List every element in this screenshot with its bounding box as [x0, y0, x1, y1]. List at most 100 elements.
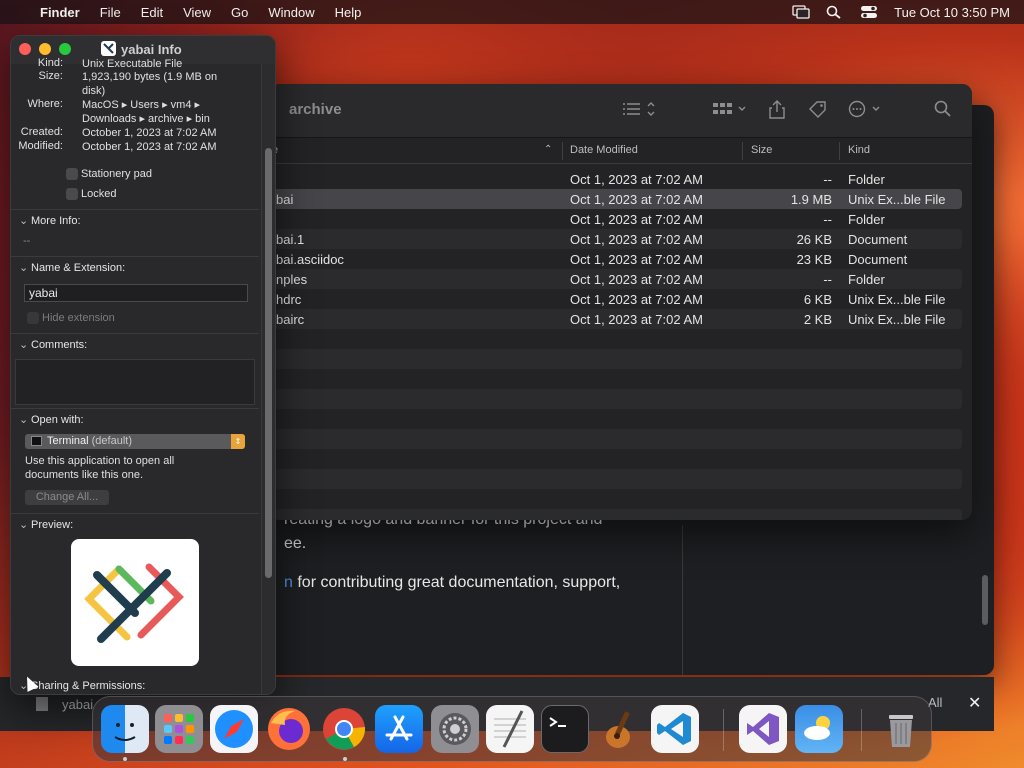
search-icon[interactable]: [934, 100, 952, 122]
find-bar-file-name: yabai: [62, 697, 94, 712]
file-row[interactable]: nples Oct 1, 2023 at 7:02 AM -- Folder: [270, 269, 962, 289]
trash-icon[interactable]: [877, 705, 925, 753]
spotlight-search-icon[interactable]: [826, 5, 844, 19]
clock-datetime[interactable]: Tue Oct 10 3:50 PM: [894, 5, 1010, 20]
doc-text-line-2: ee.: [284, 535, 307, 552]
file-row[interactable]: Oct 1, 2023 at 7:02 AM -- Folder: [270, 169, 962, 189]
more-actions-icon[interactable]: [848, 100, 884, 122]
file-row-selected[interactable]: bai Oct 1, 2023 at 7:02 AM 1.9 MB Unix Ex..…: [270, 189, 962, 209]
more-info-section[interactable]: ⌄ More Info:: [19, 214, 81, 227]
stationery-pad-checkbox[interactable]: [66, 168, 78, 180]
created-value: October 1, 2023 at 7:02 AM: [82, 127, 217, 139]
open-with-section[interactable]: ⌄ Open with:: [19, 413, 84, 426]
group-by-icon[interactable]: [712, 100, 748, 122]
firefox-icon[interactable]: [265, 705, 313, 753]
comments-textarea[interactable]: [15, 359, 255, 405]
sort-chevron-icon[interactable]: ⌃: [544, 144, 552, 155]
empty-row: [270, 509, 962, 520]
created-label: Created:: [20, 126, 63, 138]
file-row[interactable]: Oct 1, 2023 at 7:02 AM -- Folder: [270, 209, 962, 229]
menu-app-name[interactable]: Finder: [40, 5, 80, 20]
doc-scrollbar[interactable]: [982, 575, 988, 625]
visual-studio-icon[interactable]: [739, 705, 787, 753]
empty-row: [270, 329, 962, 349]
chevron-down-icon: ⌄: [19, 262, 29, 274]
empty-row: [270, 349, 962, 369]
file-row[interactable]: bai.1 Oct 1, 2023 at 7:02 AM 26 KB Document: [270, 229, 962, 249]
control-center-icon[interactable]: [860, 5, 878, 19]
textedit-icon[interactable]: [486, 705, 534, 753]
app-store-icon[interactable]: [375, 705, 423, 753]
finder-title: archive: [289, 101, 342, 118]
system-settings-icon[interactable]: [431, 705, 479, 753]
menu-view[interactable]: View: [183, 5, 211, 20]
screen-mirroring-icon[interactable]: [792, 5, 810, 19]
doc-text-line-3-rest: for contributing great documentation, su…: [292, 574, 621, 591]
where-value: MacOS ▸ Users ▸ vm4 ▸ Downloads ▸ archiv…: [82, 99, 210, 125]
empty-row: [270, 409, 962, 429]
empty-row: [270, 369, 962, 389]
kind-column-header[interactable]: Kind: [848, 144, 870, 156]
locked-checkbox[interactable]: [66, 188, 78, 200]
comments-section[interactable]: ⌄ Comments:: [19, 338, 87, 351]
menu-help[interactable]: Help: [335, 5, 362, 20]
open-with-app-name: Terminal: [47, 435, 89, 447]
chevron-down-icon: ⌄: [19, 414, 29, 426]
hide-extension-label: Hide extension: [42, 312, 115, 324]
preview-section[interactable]: ⌄ Preview:: [19, 518, 73, 531]
date-modified-column-header[interactable]: Date Modified: [570, 144, 638, 156]
where-label: Where:: [27, 98, 63, 110]
list-view-icon[interactable]: [622, 100, 658, 122]
stationery-pad-label: Stationery pad: [81, 168, 152, 180]
weather-icon[interactable]: [795, 705, 843, 753]
menu-bar: Finder File Edit View Go Window Help Tue…: [0, 0, 1024, 24]
maximize-button[interactable]: [59, 43, 71, 55]
share-icon[interactable]: [768, 100, 786, 124]
menu-edit[interactable]: Edit: [141, 5, 163, 20]
minimize-button[interactable]: [39, 43, 51, 55]
menu-go[interactable]: Go: [231, 5, 248, 20]
size-value: 1,923,190 bytes (1.9 MB on disk): [82, 71, 218, 97]
file-row[interactable]: bai.asciidoc Oct 1, 2023 at 7:02 AM 23 KB D…: [270, 249, 962, 269]
empty-row: [270, 429, 962, 449]
running-indicator: [343, 757, 347, 761]
menu-file[interactable]: File: [100, 5, 121, 20]
find-bar-close-icon[interactable]: ✕: [968, 693, 981, 713]
size-column-header[interactable]: Size: [751, 144, 772, 156]
hide-extension-checkbox[interactable]: [27, 312, 39, 324]
yabai-title-icon: [101, 41, 116, 56]
doc-link[interactable]: n: [284, 574, 293, 591]
launchpad-icon[interactable]: [155, 705, 203, 753]
file-row[interactable]: hdrc Oct 1, 2023 at 7:02 AM 6 KB Unix Ex...…: [270, 289, 962, 309]
change-all-button[interactable]: Change All...: [25, 490, 109, 505]
doc-column-divider: [682, 525, 683, 675]
empty-row: [270, 389, 962, 409]
terminal-icon[interactable]: [541, 705, 589, 753]
terminal-app-icon: [31, 436, 42, 446]
open-with-description: Use this application to open all documen…: [25, 455, 175, 481]
vscode-icon[interactable]: [651, 705, 699, 753]
garageband-icon[interactable]: [596, 705, 644, 753]
close-button[interactable]: [19, 43, 31, 55]
modified-value: October 1, 2023 at 7:02 AM: [82, 141, 217, 153]
finder-icon[interactable]: [101, 705, 149, 753]
name-extension-section[interactable]: ⌄ Name & Extension:: [19, 261, 125, 274]
open-with-popup[interactable]: Terminal (default) ⇕: [25, 434, 245, 449]
empty-row: [270, 489, 962, 509]
doc-text-line-3: n for contributing great documentation, …: [284, 574, 620, 592]
column-header: e ⌃ Date Modified Size Kind: [270, 138, 972, 164]
info-window-title: yabai Info: [121, 42, 182, 57]
dock: [92, 696, 932, 762]
finder-window: archive e ⌃ Date Modified Size Kind Oct …: [270, 84, 972, 520]
safari-icon[interactable]: [210, 705, 258, 753]
document-icon: [36, 697, 48, 711]
file-row[interactable]: bairc Oct 1, 2023 at 7:02 AM 2 KB Unix Ex..…: [270, 309, 962, 329]
file-name-field[interactable]: yabai: [24, 284, 248, 302]
tag-icon[interactable]: [808, 100, 828, 122]
open-with-default: (default): [88, 435, 132, 447]
menu-window[interactable]: Window: [268, 5, 314, 20]
info-scrollbar[interactable]: [265, 148, 272, 578]
locked-label: Locked: [81, 188, 117, 200]
popup-arrows-icon: ⇕: [231, 434, 245, 449]
chrome-icon[interactable]: [320, 705, 368, 753]
